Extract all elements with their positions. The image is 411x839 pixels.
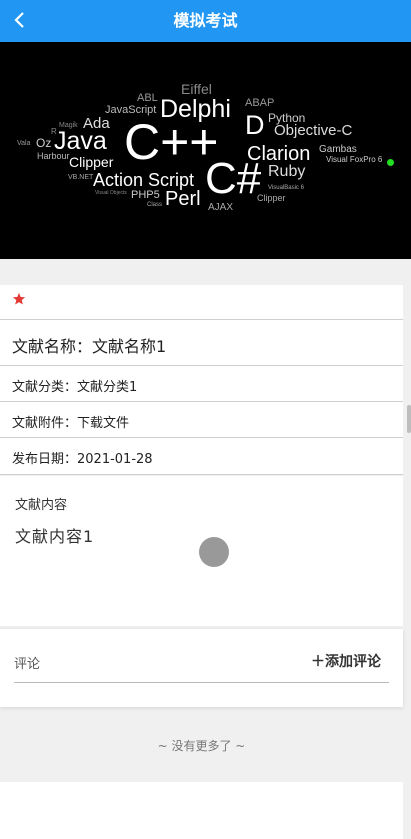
- cloud-word: ABL: [137, 92, 158, 104]
- publish-date: 发布日期：2021-01-28: [12, 452, 153, 467]
- document-category-row: 文献分类：文献分类1: [0, 365, 403, 402]
- cloud-word: D: [245, 110, 265, 140]
- content-heading: 文献内容: [15, 498, 68, 513]
- document-attachment-row: 文献附件：下载文件: [0, 401, 403, 438]
- download-link[interactable]: 下载文件: [77, 416, 129, 431]
- cloud-word: Oz: [36, 136, 52, 150]
- cloud-word: Ruby: [268, 163, 306, 180]
- scrollbar[interactable]: [407, 405, 411, 433]
- status-dot: [387, 159, 394, 166]
- document-name-row: 文献名称：文献名称1: [0, 319, 403, 366]
- content-text: 文献内容1: [15, 527, 95, 546]
- cloud-word: Gambas: [319, 144, 357, 155]
- document-category: 文献分类：文献分类1: [12, 380, 138, 395]
- cloud-word: Eiffel: [181, 81, 212, 97]
- cloud-word: Clipper: [257, 193, 286, 203]
- cloud-word: C#: [205, 154, 262, 203]
- cloud-word: AJAX: [208, 202, 234, 213]
- attachment-label: 文献附件：下载文件: [12, 416, 130, 431]
- cloud-word: PHP5: [131, 189, 160, 201]
- cloud-word: Visual FoxPro 6: [326, 155, 383, 164]
- cloud-word: Vala: [17, 140, 31, 147]
- no-more-text: ~ 没有更多了 ~: [157, 739, 246, 753]
- cloud-word: VisualBasic 6: [268, 185, 304, 191]
- publish-date-row: 发布日期：2021-01-28: [0, 437, 403, 475]
- page-title: 模拟考试: [173, 11, 238, 30]
- header-bar: 模拟考试: [0, 0, 411, 42]
- cloud-word: Class: [147, 202, 163, 208]
- star-icon[interactable]: [12, 292, 26, 306]
- document-name: 文献名称：文献名称1: [12, 337, 167, 356]
- divider: [0, 474, 403, 475]
- cloud-word: Objective-C: [274, 122, 353, 139]
- cloud-word: Harbour: [37, 151, 70, 161]
- comments-label: 评论: [14, 657, 41, 672]
- loading-indicator: [199, 537, 229, 567]
- cloud-word: ABAP: [245, 97, 275, 109]
- cloud-word: Action Script: [93, 170, 195, 190]
- banner-image: Eiffel ABL ABAP JavaScript Delphi Python…: [0, 42, 411, 259]
- divider: [14, 682, 389, 683]
- cloud-word: Perl: [165, 188, 201, 210]
- footer-area: [0, 782, 403, 839]
- add-comment-button[interactable]: ＋添加评论: [311, 651, 381, 671]
- cloud-word: VB.NET: [68, 174, 94, 181]
- comments-card: 评论 ＋添加评论: [0, 629, 403, 707]
- document-content-card: 文献内容 文献内容1: [0, 476, 403, 626]
- cloud-word: Visual Objects: [95, 190, 127, 196]
- document-detail-card: 文献名称：文献名称1 文献分类：文献分类1 文献附件：下载文件 发布日期：202…: [0, 285, 403, 475]
- cloud-word: Clipper: [69, 154, 114, 170]
